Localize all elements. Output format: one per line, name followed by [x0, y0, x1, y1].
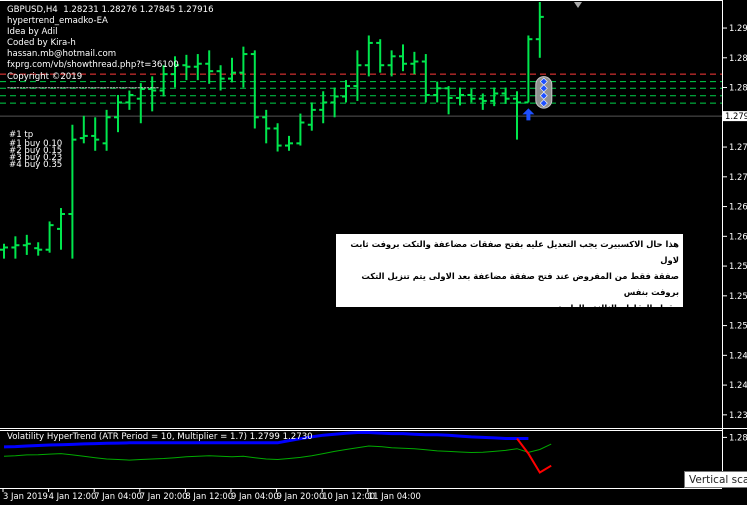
price-tick-label: 1.2470 — [729, 350, 747, 360]
arabic-comment-box: هذا حال الاكسبيرت يجب التعديل عليه بفتح … — [336, 234, 683, 313]
time-tick-label: 9 Jan 20:00 — [277, 491, 325, 501]
info-line: Idea by Adil — [7, 27, 58, 38]
price-tick-label: 1.2750 — [729, 142, 747, 152]
price-tick-label: 1.2870 — [729, 53, 747, 63]
price-tick-label: 1.2510 — [729, 321, 747, 331]
level-label-buy-4: #4 buy 0.35 — [9, 160, 63, 170]
info-line: hypertrend_emadko-EA — [7, 16, 108, 27]
comment-line: هذا حال الاكسبيرت يجب التعديل عليه بفتح … — [350, 239, 679, 265]
indicator-axis-label: 1.2860 — [729, 432, 747, 442]
price-tick-label: 1.2910 — [729, 23, 747, 33]
info-line: Copyright ©2019 — [7, 71, 83, 82]
time-tick-label: 8 Jan 12:00 — [185, 491, 233, 501]
price-tick-label: 1.2550 — [729, 291, 747, 301]
indicator-title: Volatility HyperTrend (ATR Period = 10, … — [7, 432, 313, 442]
time-tick-label: 4 Jan 12:00 — [49, 491, 97, 501]
info-line: hassan.mb@hotmail.com — [7, 49, 117, 60]
chart-info-block: GBPUSD,H4 1.28231 1.28276 1.27845 1.2791… — [7, 5, 214, 94]
comment-line: صفقة فقط من المفروض عند فتح صفقة مضاعفة … — [361, 271, 679, 297]
info-line: ----------------------------------------… — [7, 82, 159, 93]
time-tick-label: 7 Jan 20:00 — [140, 491, 188, 501]
price-tick-label: 1.2390 — [729, 410, 747, 420]
time-axis[interactable]: 3 Jan 2019 4 Jan 12:007 Jan 04:007 Jan 20… — [0, 488, 747, 505]
price-tick-label: 1.2430 — [729, 380, 747, 390]
time-tick-label: 7 Jan 04:00 — [94, 491, 142, 501]
info-line: Coded by Kira-h — [7, 38, 76, 49]
symbol-line: GBPUSD,H4 1.28231 1.28276 1.27845 1.2791… — [7, 5, 214, 15]
info-line: fxprg.com/vb/showthread.php?t=36100 — [7, 60, 179, 71]
price-tick-label: 1.2590 — [729, 261, 747, 271]
price-tick-label: 1.2630 — [729, 231, 747, 241]
time-tick-label: 3 Jan 2019 — [3, 491, 48, 501]
price-tick-label: 1.2830 — [729, 83, 747, 93]
vertical-scale-tooltip: Vertical scale — [684, 471, 747, 488]
price-tick-label: 1.2710 — [729, 172, 747, 182]
comment-line: مقدار النقاط والثالثة والرابعة — [557, 303, 679, 313]
time-tick-label: 9 Jan 04:00 — [231, 491, 279, 501]
price-tick-label: 1.2670 — [729, 202, 747, 212]
current-price-label: 1.27916 — [725, 111, 747, 121]
time-tick-label: 11 Jan 04:00 — [368, 491, 421, 501]
